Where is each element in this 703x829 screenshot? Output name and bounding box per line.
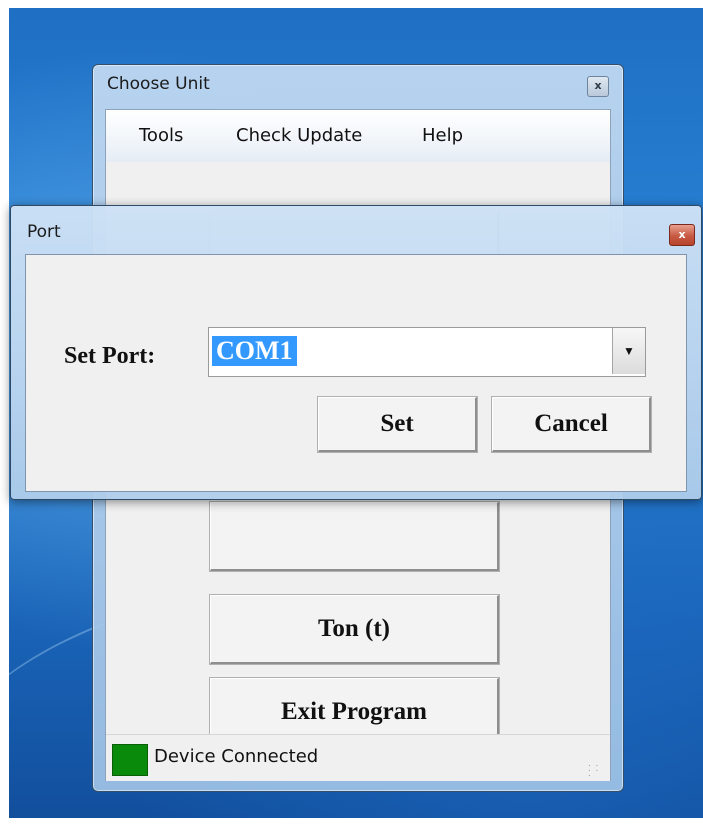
menu-help[interactable]: Help [422, 125, 463, 146]
port-dialog: Port x Set Port: COM1 ▼ Set Cancel [10, 205, 702, 500]
menu-tools[interactable]: Tools [139, 125, 183, 146]
set-button[interactable]: Set [318, 397, 477, 452]
dialog-title: Port [27, 222, 61, 242]
window-title: Choose Unit [107, 74, 210, 94]
resize-grip-icon[interactable]: . .. . . [588, 759, 602, 779]
close-icon[interactable]: x [669, 224, 695, 246]
dialog-client-area: Set Port: COM1 ▼ Set Cancel [25, 254, 687, 492]
menu-check-update[interactable]: Check Update [236, 125, 362, 146]
port-select-value[interactable]: COM1 [212, 336, 297, 366]
port-select[interactable]: COM1 ▼ [208, 327, 646, 377]
status-bar: Device Connected . .. . . [106, 734, 610, 781]
ton-button[interactable]: Ton (t) [210, 595, 499, 664]
cancel-button[interactable]: Cancel [492, 397, 651, 452]
menu-bar: Tools Check Update Help [106, 110, 610, 162]
set-port-label: Set Port: [64, 343, 156, 369]
status-indicator [112, 744, 148, 776]
status-text: Device Connected [154, 746, 319, 767]
dropdown-arrow-icon[interactable]: ▼ [612, 328, 645, 374]
hidden-unit-button-2[interactable] [210, 502, 499, 571]
close-icon[interactable]: x [587, 76, 609, 97]
